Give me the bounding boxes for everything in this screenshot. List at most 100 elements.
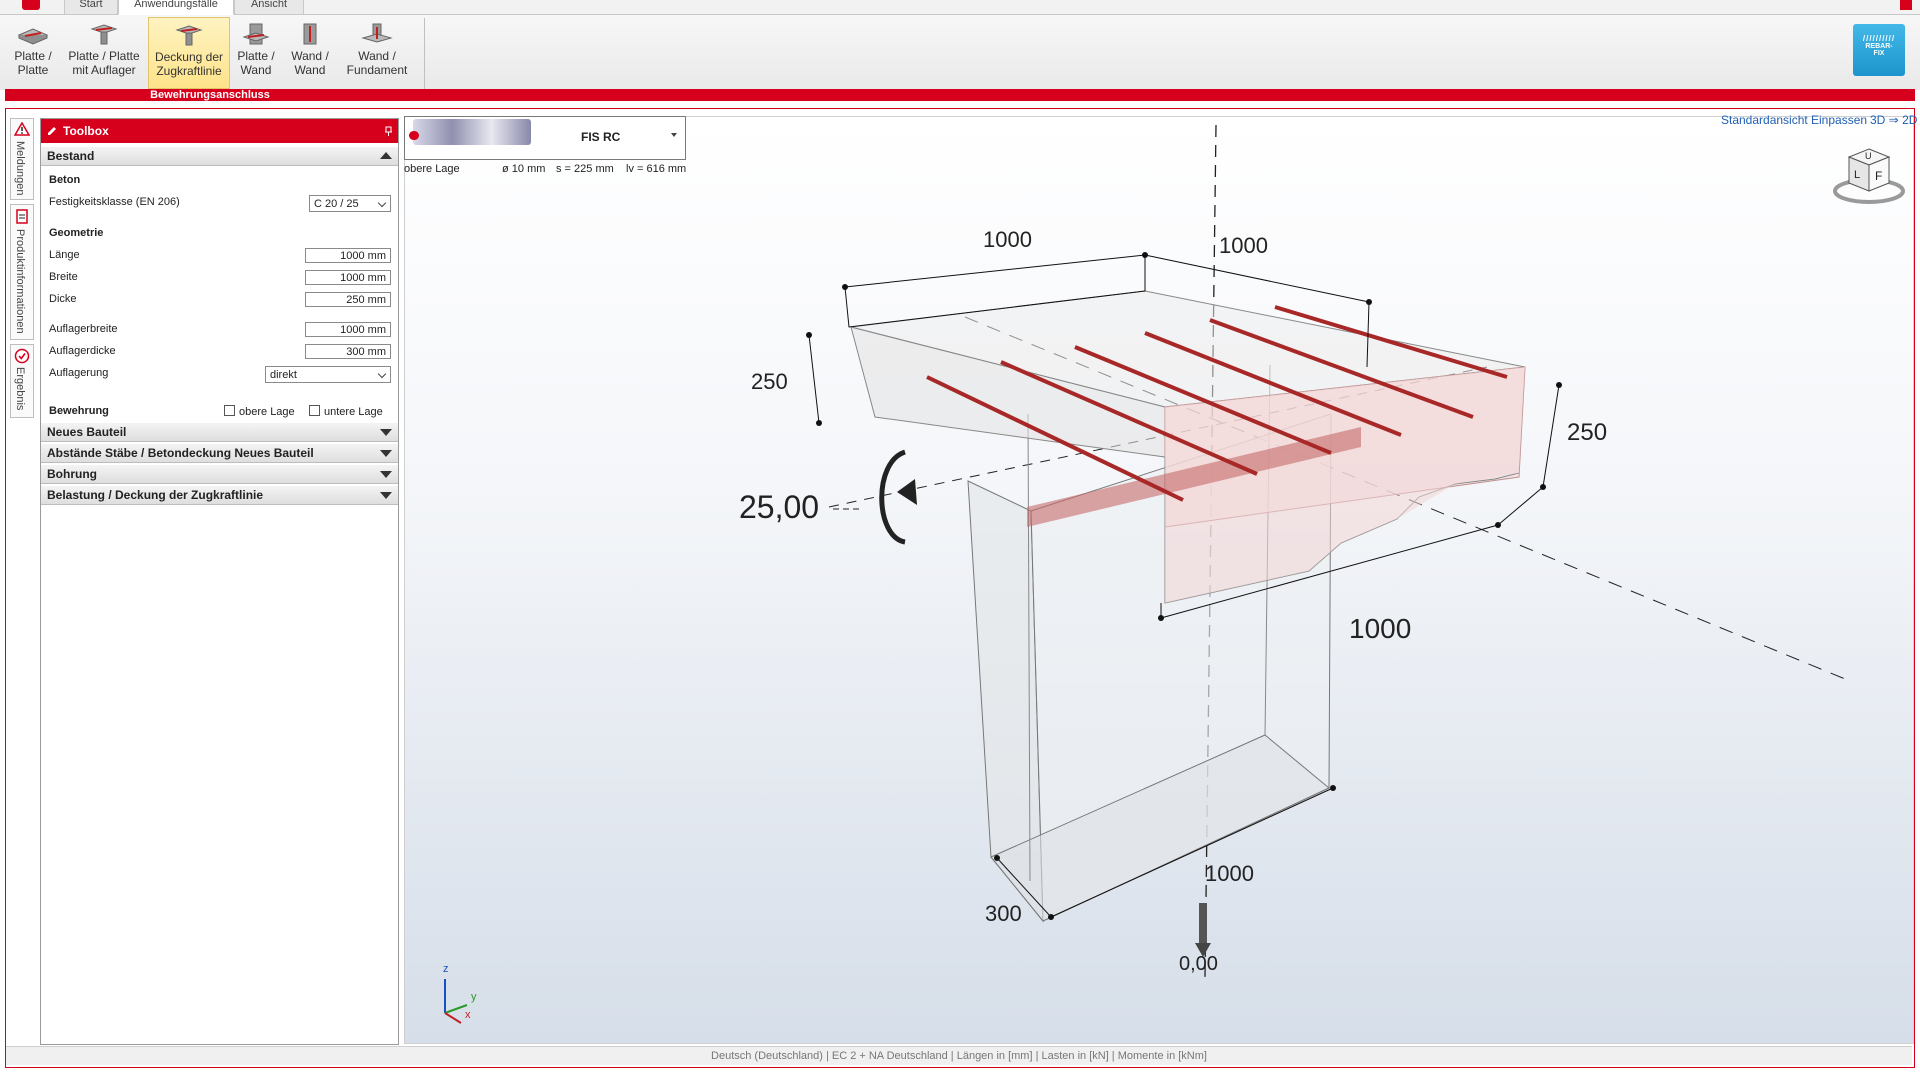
auflagerung-value: direkt xyxy=(270,369,297,381)
ribbon: Platte / Platte Platte / Platte mit Aufl… xyxy=(0,15,1920,90)
breite-input[interactable]: 1000 mm xyxy=(305,270,391,285)
side-tab-ergebnis[interactable]: Ergebnis xyxy=(10,344,34,418)
tension-line-icon xyxy=(175,25,203,46)
product-lv: lv = 616 mm xyxy=(626,163,687,175)
cube-face-front[interactable]: F xyxy=(1875,169,1882,183)
auflagerdicke-label: Auflagerdicke xyxy=(49,345,116,357)
load-arrow-icon xyxy=(1199,903,1207,943)
dim-label-front-length: 1000 xyxy=(1349,613,1412,644)
slab-wall-icon xyxy=(242,23,270,45)
ribbon-button-deckung-zugkraftlinie[interactable]: Deckung der Zugkraftlinie xyxy=(148,17,230,89)
fit-view-link[interactable]: Einpassen xyxy=(1811,113,1867,127)
product-nozzle-icon xyxy=(409,131,419,140)
ribbon-label: Wand / xyxy=(291,49,329,63)
3d-viewport[interactable]: 1000 1000 250 250 1000 1000 300 25,00 0,… xyxy=(404,116,1914,1044)
side-tab-produktinformationen[interactable]: Produktinformationen xyxy=(10,204,34,340)
toolbox-panel: Toolbox Bestand Beton Festigkeitsklasse … xyxy=(40,118,399,1045)
wall-wall-icon xyxy=(303,23,317,45)
3d-2d-toggle-link[interactable]: 3D ⇒ 2D xyxy=(1870,113,1917,127)
dicke-input[interactable]: 250 mm xyxy=(305,292,391,307)
expand-arrow-icon[interactable] xyxy=(380,471,392,478)
dim-line xyxy=(1497,486,1544,526)
obere-lage-checkbox[interactable] xyxy=(224,405,235,416)
product-selector[interactable]: FIS RC xyxy=(404,116,686,160)
pin-icon[interactable] xyxy=(384,126,393,136)
section-neues-bauteil[interactable]: Neues Bauteil xyxy=(41,423,398,442)
ribbon-button-wand-wand[interactable]: Wand / Wand xyxy=(286,17,334,87)
expand-arrow-icon[interactable] xyxy=(380,450,392,457)
warning-icon xyxy=(14,122,30,136)
dim-line xyxy=(844,254,1146,288)
moment-arrow-head xyxy=(897,479,917,505)
ribbon-label: Wand xyxy=(294,63,326,77)
section-title: Belastung / Deckung der Zugkraftlinie xyxy=(47,488,264,502)
moment-arrow-icon xyxy=(879,449,907,545)
axis-triad xyxy=(444,979,468,1024)
tab-anwendungsfaelle[interactable]: Anwendungsfälle xyxy=(118,0,234,15)
slab-support-icon xyxy=(90,24,118,45)
ribbon-button-platte-wand[interactable]: Platte / Wand xyxy=(232,17,280,87)
side-strip: Meldungen Produktinformationen Ergebnis xyxy=(10,118,34,418)
ribbon-group-bar: Bewehrungsanschluss xyxy=(5,89,1915,101)
section-belastung[interactable]: Belastung / Deckung der Zugkraftlinie xyxy=(41,486,398,505)
ribbon-button-platte-platte[interactable]: Platte / Platte xyxy=(6,17,60,87)
wall-foundation-icon xyxy=(361,23,393,43)
product-cartridge-icon xyxy=(413,119,531,145)
dim-line xyxy=(1542,384,1560,488)
dicke-label: Dicke xyxy=(49,293,77,305)
expand-arrow-icon[interactable] xyxy=(380,492,392,499)
ribbon-label: Wand xyxy=(240,63,272,77)
tab-start[interactable]: Start xyxy=(64,0,118,15)
dim-label-right-thickness: 250 xyxy=(1567,419,1608,446)
load-value: 0,00 xyxy=(1179,953,1218,975)
ribbon-label: Fundament xyxy=(346,63,408,77)
cube-face-left[interactable]: L xyxy=(1854,169,1860,181)
chevron-down-icon xyxy=(671,133,677,137)
laenge-input[interactable]: 1000 mm xyxy=(305,248,391,263)
toolbox-header: Toolbox xyxy=(41,119,398,143)
auflagerung-select[interactable]: direkt xyxy=(265,366,391,383)
section-bestand[interactable]: Bestand xyxy=(41,147,398,166)
standard-view-link[interactable]: Standardansicht xyxy=(1721,113,1808,127)
ribbon-label: Platte xyxy=(17,63,49,77)
dim-label-support-thickness: 300 xyxy=(985,901,1022,926)
ribbon-button-wand-fundament[interactable]: Wand / Fundament xyxy=(344,17,410,87)
auflagerdicke-input[interactable]: 300 mm xyxy=(305,344,391,359)
expand-arrow-icon[interactable] xyxy=(380,429,392,436)
app-logo-icon[interactable] xyxy=(22,0,40,10)
collapse-arrow-icon[interactable] xyxy=(380,152,392,159)
clipboard-icon xyxy=(16,209,28,224)
dim-label-left-thickness: 250 xyxy=(751,369,788,394)
close-window-icon[interactable] xyxy=(1900,0,1912,10)
laenge-label: Länge xyxy=(49,249,80,261)
slab-slab-icon xyxy=(17,28,49,45)
section-abstaende[interactable]: Abstände Stäbe / Betondeckung Neues Baut… xyxy=(41,444,398,463)
bottom-strip xyxy=(0,1068,1920,1080)
cube-face-top[interactable]: U xyxy=(1865,151,1872,161)
ribbon-button-platte-platte-auflager[interactable]: Platte / Platte mit Auflager xyxy=(64,17,144,87)
ribbon-label: Zugkraftlinie xyxy=(156,64,222,78)
side-tab-meldungen[interactable]: Meldungen xyxy=(10,118,34,200)
ribbon-divider xyxy=(424,18,425,100)
rebar-fix-button[interactable]: ////////// REBAR- FIX xyxy=(1853,24,1905,76)
section-title: Bohrung xyxy=(47,467,97,481)
side-tab-label: Ergebnis xyxy=(14,367,26,411)
chevron-down-icon xyxy=(377,198,387,208)
rebar-label: REBAR- xyxy=(1865,43,1893,50)
untere-lage-label: untere Lage xyxy=(324,406,383,418)
untere-lage-checkbox[interactable] xyxy=(309,405,320,416)
ribbon-label: Platte / Platte xyxy=(68,49,140,63)
chevron-down-icon xyxy=(377,369,387,379)
dim-line xyxy=(808,334,820,424)
dim-line xyxy=(1144,254,1370,303)
rebar-icon: ////////// xyxy=(1862,34,1896,43)
auflagerbreite-input[interactable]: 1000 mm xyxy=(305,322,391,337)
section-title: Bestand xyxy=(47,149,95,163)
section-bohrung[interactable]: Bohrung xyxy=(41,465,398,484)
ribbon-label: Deckung der xyxy=(154,50,224,64)
tab-ansicht[interactable]: Ansicht xyxy=(234,0,304,15)
product-name: FIS RC xyxy=(581,130,621,144)
view-cube[interactable]: U L F xyxy=(1833,143,1905,207)
festigkeit-select[interactable]: C 20 / 25 xyxy=(309,195,391,212)
ribbon-label: Platte / xyxy=(237,49,275,63)
